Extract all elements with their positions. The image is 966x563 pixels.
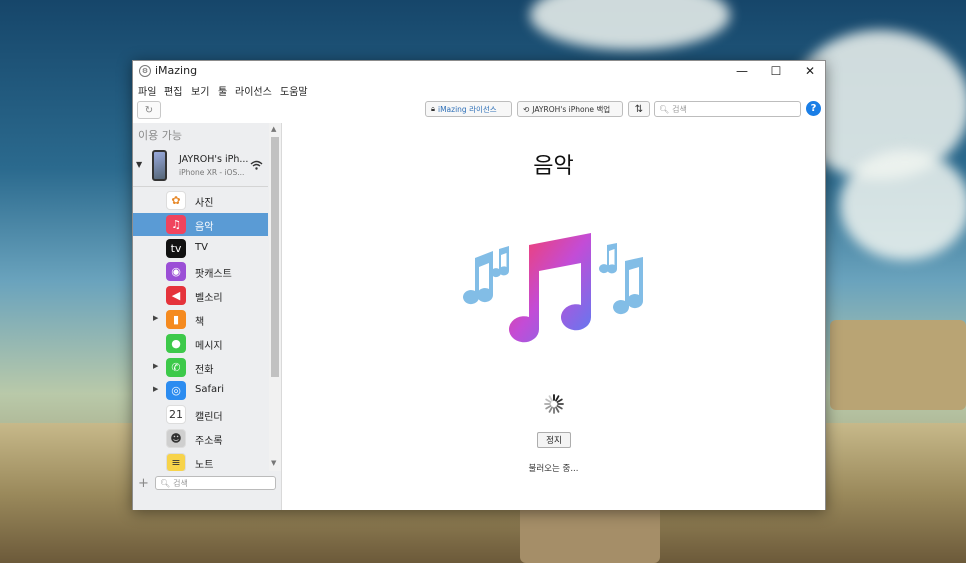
lock-icon: 🔒︎ xyxy=(431,104,435,113)
license-button-label: iMazing 라이선스 xyxy=(438,104,497,114)
notes-icon: ≡ xyxy=(166,452,186,472)
device-name: JAYROH's iPh... xyxy=(179,154,249,165)
menu-license[interactable]: 라이선스 xyxy=(235,83,272,98)
sidebar-item-music[interactable]: ♫ 음악 xyxy=(133,212,268,236)
sidebar-footer: + 🔍︎ 검색 xyxy=(133,471,281,510)
podcast-icon: ◉ xyxy=(166,262,186,282)
sidebar: 이용 가능 ▼ JAYROH's iPh... iPhone XR - iOS.… xyxy=(133,123,282,510)
imazing-window: ⚙ iMazing — ☐ ✕ 파일 편집 보기 툴 라이선스 도움말 ↻ 🔒︎… xyxy=(132,60,826,510)
safari-icon: ◎ xyxy=(166,381,186,401)
license-button[interactable]: 🔒︎ iMazing 라이선스 xyxy=(425,101,512,117)
sidebar-item-photos[interactable]: ✿ 사진 xyxy=(133,189,268,212)
menu-tools[interactable]: 툴 xyxy=(218,83,227,98)
sidebar-item-label: 음악 xyxy=(195,221,214,233)
search-icon: 🔍︎ xyxy=(659,104,670,114)
device-subtitle: iPhone XR - iOS... xyxy=(179,168,245,177)
expand-arrow-icon[interactable]: ▶ xyxy=(153,385,158,393)
photos-icon: ✿ xyxy=(166,191,186,210)
sidebar-item-label: 캘린더 xyxy=(195,412,223,424)
minimize-button[interactable]: — xyxy=(725,61,759,81)
sidebar-item-calendar[interactable]: 21 캘린더 xyxy=(133,403,268,426)
sidebar-item-safari[interactable]: ▶ ◎ Safari xyxy=(133,379,268,402)
expand-arrow-icon[interactable]: ▶ xyxy=(153,362,158,370)
stop-button[interactable]: 정지 xyxy=(537,432,571,448)
wifi-icon xyxy=(250,160,263,170)
scrollbar-thumb[interactable] xyxy=(271,137,279,377)
sidebar-divider xyxy=(133,186,268,187)
menu-help[interactable]: 도움말 xyxy=(280,83,308,98)
page-title: 음악 xyxy=(533,154,574,179)
sidebar-item-appletv[interactable]: tv TV xyxy=(133,237,268,260)
toolbar: ↻ 🔒︎ iMazing 라이선스 ⟲ JAYROH's iPhone 백업 ⇅… xyxy=(133,99,825,123)
sidebar-item-label: 사진 xyxy=(195,198,214,209)
menu-bar: 파일 편집 보기 툴 라이선스 도움말 xyxy=(133,81,825,99)
expand-arrow-icon[interactable]: ▶ xyxy=(153,314,158,322)
scroll-down-arrow-icon[interactable]: ▼ xyxy=(271,459,276,467)
menu-file[interactable]: 파일 xyxy=(138,83,156,98)
title-bar: ⚙ iMazing — ☐ ✕ xyxy=(133,61,825,81)
imazing-app-icon: ⚙ xyxy=(139,65,151,77)
toolbar-search-placeholder: 검색 xyxy=(672,104,687,114)
phone-icon: ✆ xyxy=(166,357,186,377)
music-notes-illustration xyxy=(463,233,644,343)
iphone-icon xyxy=(152,150,167,181)
scroll-up-arrow-icon[interactable]: ▲ xyxy=(271,125,276,133)
sidebar-item-messages[interactable]: ● 메시지 xyxy=(133,332,268,355)
add-icon[interactable]: + xyxy=(138,476,149,491)
sidebar-item-podcast[interactable]: ◉ 팟캐스트 xyxy=(133,260,268,283)
device-entry[interactable]: ▼ JAYROH's iPh... iPhone XR - iOS... xyxy=(133,148,268,186)
sidebar-item-label: 메시지 xyxy=(195,340,223,352)
ringtone-icon: ◀ xyxy=(166,286,186,306)
sidebar-item-books[interactable]: ▶ ▮ 책 xyxy=(133,308,268,331)
loading-status-text: 불러오는 중... xyxy=(528,464,579,474)
loading-spinner-icon xyxy=(544,394,564,414)
backup-button[interactable]: ⟲ JAYROH's iPhone 백업 xyxy=(517,101,623,117)
sidebar-item-label: 팟캐스트 xyxy=(195,269,232,281)
books-icon: ▮ xyxy=(166,310,186,329)
maximize-button[interactable]: ☐ xyxy=(759,61,793,81)
appletv-icon: tv xyxy=(166,238,186,258)
sidebar-item-label: 벨소리 xyxy=(195,293,223,305)
main-panel: 음악 정지 불러오는 중... xyxy=(282,123,825,510)
sidebar-search-placeholder: 검색 xyxy=(173,478,188,488)
sidebar-item-label: Safari xyxy=(195,384,225,396)
menu-view[interactable]: 보기 xyxy=(191,83,209,98)
sidebar-item-label: 주소록 xyxy=(195,436,223,447)
contacts-icon: ☻ xyxy=(166,429,186,448)
toolbar-search-input[interactable]: 🔍︎ 검색 xyxy=(654,101,801,117)
close-button[interactable]: ✕ xyxy=(793,61,827,81)
transfer-icon: ⇅ xyxy=(634,103,644,115)
sidebar-item-label: 전화 xyxy=(195,364,214,376)
music-icon: ♫ xyxy=(166,214,186,234)
sidebar-item-contacts[interactable]: ☻ 주소록 xyxy=(133,427,268,450)
menu-edit[interactable]: 편집 xyxy=(164,83,182,98)
refresh-icon: ↻ xyxy=(144,104,154,116)
sidebar-header: 이용 가능 xyxy=(138,129,182,142)
window-title: iMazing xyxy=(155,64,198,77)
sidebar-item-phone[interactable]: ▶ ✆ 전화 xyxy=(133,356,268,379)
refresh-button[interactable]: ↻ xyxy=(137,101,161,119)
sidebar-search-input[interactable]: 🔍︎ 검색 xyxy=(155,476,276,490)
sidebar-item-label: TV xyxy=(195,241,208,253)
sidebar-item-label: 책 xyxy=(195,317,205,328)
search-icon: 🔍︎ xyxy=(160,478,171,488)
help-button[interactable]: ? xyxy=(806,101,821,116)
backup-button-label: JAYROH's iPhone 백업 xyxy=(532,104,611,114)
messages-icon: ● xyxy=(166,333,186,353)
sidebar-item-label: 노트 xyxy=(195,459,214,471)
sidebar-scrollbar[interactable]: ▲ ▼ xyxy=(269,123,281,471)
transfer-button[interactable]: ⇅ xyxy=(628,101,650,117)
history-icon: ⟲ xyxy=(523,104,530,114)
sidebar-item-ringtone[interactable]: ◀ 벨소리 xyxy=(133,284,268,307)
collapse-triangle-icon[interactable]: ▼ xyxy=(136,160,142,169)
calendar-icon: 21 xyxy=(166,405,186,425)
